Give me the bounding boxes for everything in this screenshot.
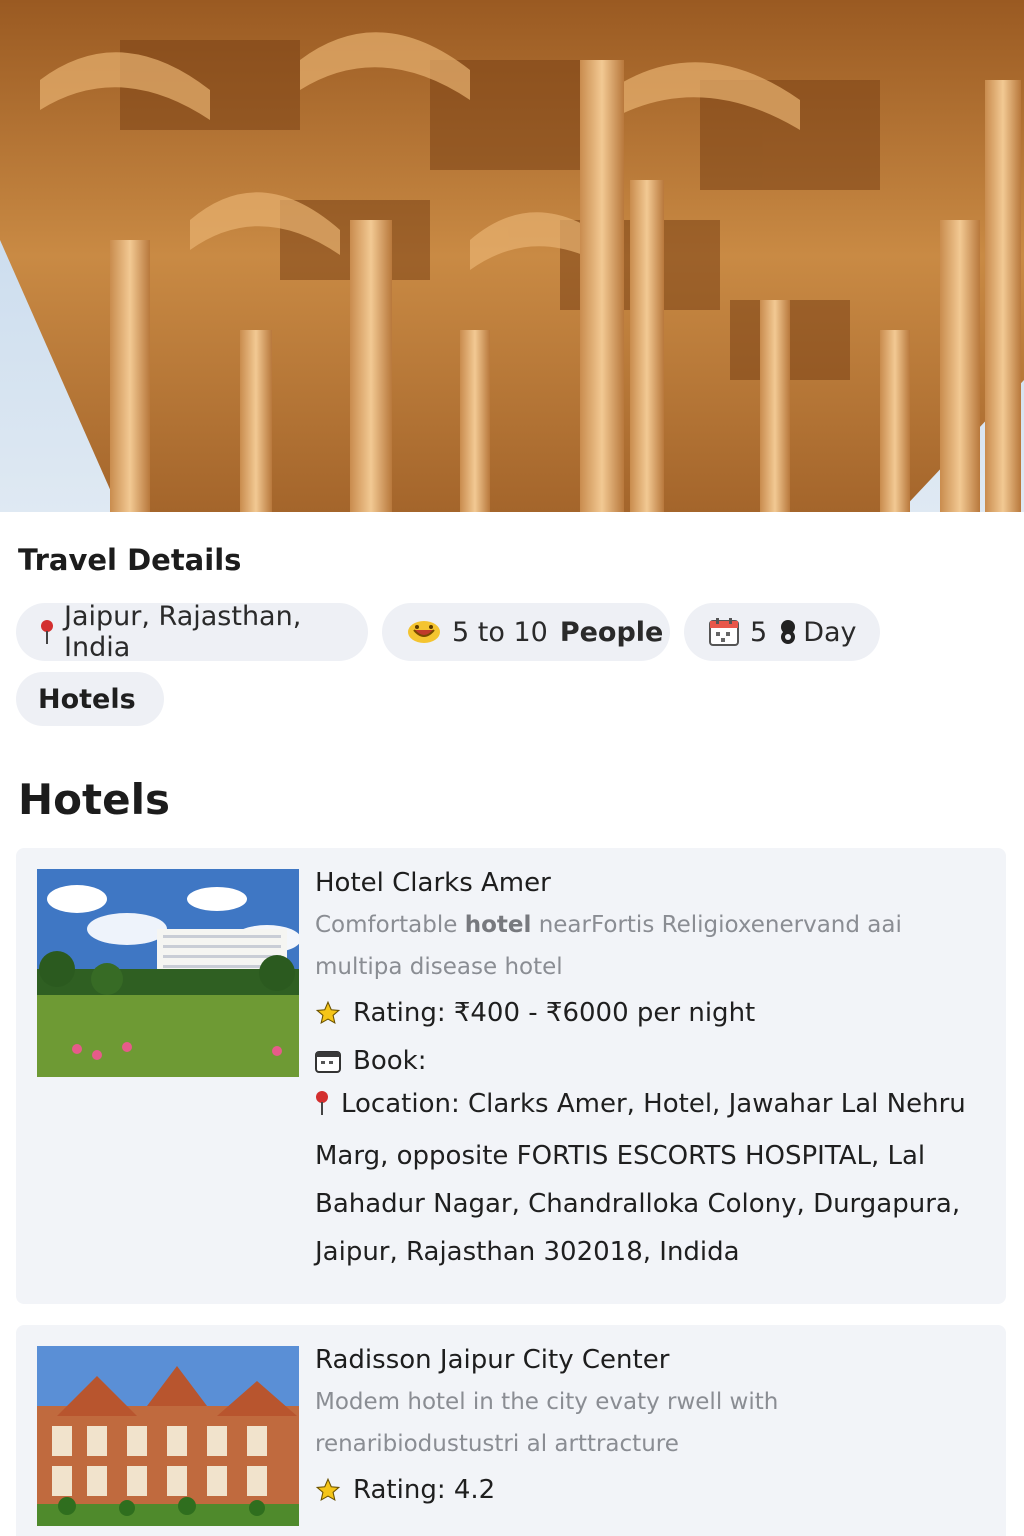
hotels-heading: Hotels: [18, 775, 170, 824]
category-chip-hotels[interactable]: Hotels: [16, 672, 164, 726]
hotel-name[interactable]: Hotel Clarks Amer: [315, 868, 982, 898]
days-number: 5: [750, 616, 768, 648]
days-chip: 5 Day: [684, 603, 880, 661]
category-label: Hotels: [38, 683, 136, 715]
hotel-photo: [37, 1346, 299, 1526]
hotel-rating: Rating: 4.2: [315, 1475, 982, 1505]
location-chip: Jaipur, Rajasthan, India: [16, 601, 368, 663]
hotel-card[interactable]: Radisson Jaipur City Center Modem hotel …: [16, 1325, 1006, 1536]
hotel-name[interactable]: Radisson Jaipur City Center: [315, 1345, 982, 1375]
calendar-icon: [708, 617, 740, 647]
people-chip: 5 to 10 People: [382, 603, 670, 661]
hotel-rating: Rating: ₹400 - ₹6000 per night: [315, 998, 982, 1028]
people-word: People: [559, 616, 664, 648]
hero-image: [0, 0, 1024, 512]
hotel-book[interactable]: Book:: [315, 1046, 982, 1076]
days-label: Day: [803, 616, 857, 648]
hotel-photo: [37, 869, 299, 1077]
travel-details-title: Travel Details: [18, 543, 242, 577]
calendar-icon: [315, 1049, 341, 1073]
star-icon: [315, 1000, 341, 1026]
people-range: 5 to 10: [452, 616, 548, 648]
people-emoji-icon: [406, 618, 442, 646]
location-text: Jaipur, Rajasthan, India: [64, 601, 302, 663]
hotel-card[interactable]: Hotel Clarks Amer Comfortable hotel near…: [16, 848, 1006, 1304]
hotel-description: Modem hotel in the city evaty rwell with…: [315, 1389, 779, 1457]
hotel-description: Comfortable hotel nearFortis Religioxene…: [315, 912, 902, 980]
map-pin-icon: [40, 619, 54, 645]
hotel-location: Location: Clarks Amer, Hotel, Jawahar La…: [315, 1080, 982, 1276]
star-icon: [315, 1477, 341, 1503]
clock-icon: [777, 619, 799, 645]
map-pin-icon: [315, 1084, 329, 1132]
